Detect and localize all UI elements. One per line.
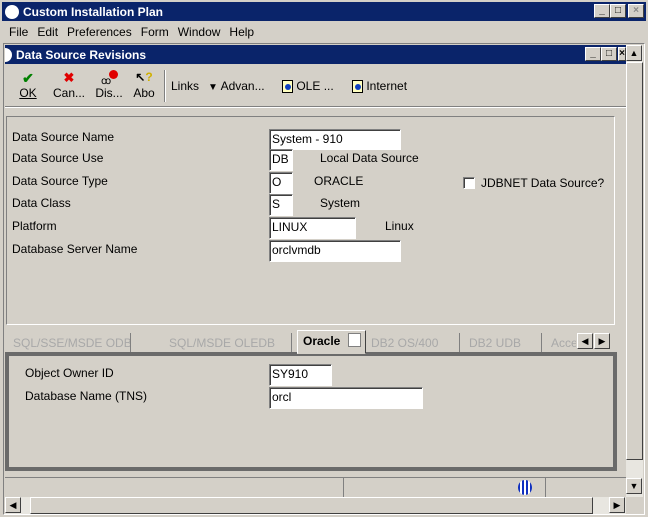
database-server-name-input[interactable]: orclvmdb — [269, 240, 401, 262]
advanced-label: Advan... — [220, 79, 265, 93]
data-source-name-input[interactable]: System - 910 — [269, 129, 401, 150]
x-icon: ✖ — [63, 70, 75, 85]
menu-edit[interactable]: Edit — [37, 25, 58, 39]
ok-button[interactable]: ✔ OK — [16, 70, 40, 100]
ole-link[interactable]: OLE ... — [282, 79, 334, 94]
menu-help[interactable]: Help — [229, 25, 254, 39]
menu-form[interactable]: Form — [141, 25, 169, 39]
display-label: Dis... — [95, 86, 123, 100]
tab-scroll-right-button[interactable]: ▶ — [594, 333, 610, 349]
globe-doc-icon — [352, 80, 363, 94]
close-button[interactable]: × — [628, 4, 644, 18]
vertical-scroll-thumb[interactable] — [626, 62, 643, 460]
app-title-bar: Custom Installation Plan _ □ × — [2, 2, 646, 21]
about-button[interactable]: ↖? Abo — [130, 70, 158, 100]
data-source-use-label: Data Source Use — [12, 151, 104, 165]
tab-db2-udb[interactable]: DB2 UDB — [464, 333, 542, 352]
internet-label: Internet — [366, 79, 408, 93]
platform-label: Platform — [12, 219, 57, 233]
form-maximize-button[interactable]: □ — [601, 47, 617, 61]
app-title: Custom Installation Plan — [23, 4, 164, 19]
menu-bar: File Edit Preferences Form Window Help — [9, 25, 263, 39]
globe-doc-icon — [282, 80, 293, 94]
internet-link[interactable]: Internet — [352, 79, 408, 94]
form-minimize-button[interactable]: _ — [585, 47, 601, 61]
cancel-label: Can... — [52, 86, 85, 100]
database-name-tns-label: Database Name (TNS) — [25, 389, 148, 403]
links-menu[interactable]: Links — [171, 79, 199, 93]
dropdown-arrow-icon: ▼ — [208, 82, 218, 93]
data-class-input[interactable]: S — [269, 194, 293, 216]
data-source-type-label: Data Source Type — [12, 174, 108, 188]
tab-scroll-left-button[interactable]: ◀ — [577, 333, 593, 349]
data-source-use-desc: Local Data Source — [320, 151, 419, 165]
about-label: Abo — [133, 86, 155, 100]
ok-label: OK — [19, 86, 37, 100]
jdbnet-label: JDBNET Data Source? — [481, 176, 605, 190]
advanced-menu[interactable]: ▼ Advan... — [208, 79, 265, 93]
jdbnet-checkbox[interactable] — [463, 177, 475, 189]
form-close-button[interactable]: × — [618, 47, 626, 61]
menu-file[interactable]: File — [9, 25, 28, 39]
status-bar — [5, 477, 626, 497]
data-class-desc: System — [320, 196, 361, 210]
tab-sql-sse-msde-odbc[interactable]: SQL/SSE/MSDE ODBC — [8, 333, 131, 352]
scroll-down-button[interactable]: ▼ — [626, 478, 642, 494]
data-source-type-input[interactable]: O — [269, 172, 293, 194]
cancel-button[interactable]: ✖ Can... — [50, 70, 88, 100]
help-pointer-icon: ↖? — [135, 70, 153, 84]
form-title: Data Source Revisions — [16, 47, 147, 62]
horizontal-scroll-thumb[interactable] — [30, 497, 593, 514]
scroll-up-button[interactable]: ▲ — [626, 45, 642, 61]
check-icon: ✔ — [22, 70, 34, 86]
data-source-type-desc: ORACLE — [314, 174, 364, 188]
object-owner-id-label: Object Owner ID — [25, 366, 114, 380]
app-icon — [5, 4, 19, 19]
maximize-button[interactable]: □ — [610, 4, 626, 18]
tab-oracle-label: Oracle — [303, 334, 341, 348]
minimize-button[interactable]: _ — [594, 4, 610, 18]
ole-label: OLE ... — [296, 79, 334, 93]
platform-input[interactable]: LINUX — [269, 217, 356, 239]
tab-db2-os400[interactable]: DB2 OS/400 — [366, 333, 460, 352]
form-title-bar: Data Source Revisions _ □ × — [5, 45, 626, 64]
page-icon — [348, 333, 361, 347]
form-icon — [5, 47, 12, 62]
toolbar-divider — [5, 106, 626, 108]
object-owner-id-input[interactable]: SY910 — [269, 364, 332, 386]
tab-access[interactable]: Acce — [546, 333, 576, 352]
scroll-left-button[interactable]: ◀ — [5, 497, 21, 513]
menu-window[interactable]: Window — [178, 25, 221, 39]
toolbar-separator — [164, 70, 166, 102]
display-button[interactable]: ꝏ Dis... — [92, 70, 126, 100]
data-class-label: Data Class — [12, 196, 71, 210]
tab-oracle[interactable]: Oracle — [297, 330, 366, 354]
data-source-use-input[interactable]: DB — [269, 149, 293, 171]
data-source-name-label: Data Source Name — [12, 130, 115, 144]
scroll-right-button[interactable]: ▶ — [609, 497, 625, 513]
menu-preferences[interactable]: Preferences — [67, 25, 132, 39]
database-name-tns-input[interactable]: orcl — [269, 387, 423, 409]
database-server-name-label: Database Server Name — [12, 242, 138, 256]
globe-icon — [518, 480, 532, 495]
tab-sql-msde-oledb[interactable]: SQL/MSDE OLEDB — [164, 333, 292, 352]
platform-desc: Linux — [385, 219, 414, 233]
glasses-icon: ꝏ — [92, 70, 126, 87]
